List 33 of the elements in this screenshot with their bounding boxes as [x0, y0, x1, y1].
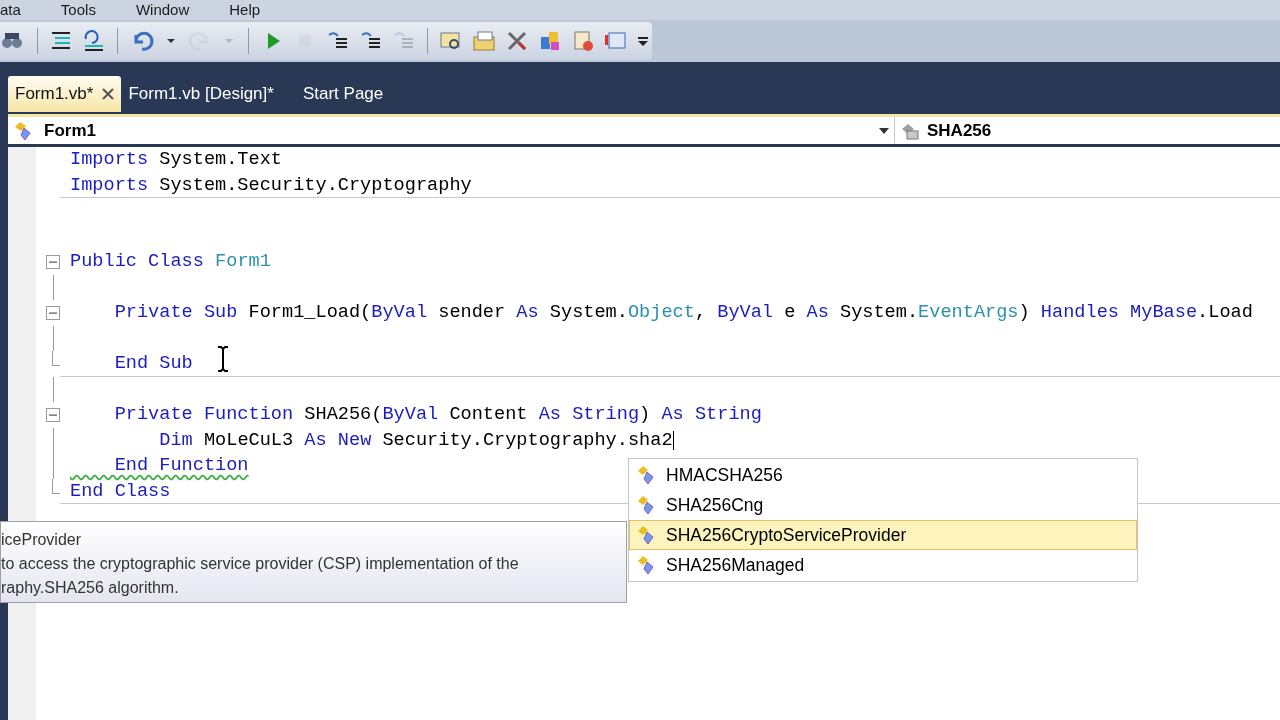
collapse-icon[interactable] [46, 407, 60, 422]
code-line: Dim MoLeCuL3 As New Security.Cryptography.sha2 [158, 428, 675, 453]
code-line: End Class [70, 479, 171, 504]
code-line: Public Class Form1 [70, 250, 271, 275]
completion-item[interactable]: SHA256Cng [629, 490, 1137, 520]
dropdown-arrow-icon [224, 39, 233, 43]
document-tab[interactable]: Form1.vb [Design]* [121, 76, 296, 112]
overflow-icon [638, 36, 649, 46]
close-icon[interactable] [101, 87, 116, 101]
completion-item[interactable]: SHA256CryptoServiceProvider [629, 520, 1137, 550]
folder-icon [472, 29, 497, 53]
collapse-icon[interactable] [46, 254, 60, 269]
dropdown-arrow-icon [166, 39, 175, 43]
tooltip-description: to access the cryptographic service provider (CSP) implementation of the raphy.SHA256 algorithm. [1, 554, 520, 598]
document-tab[interactable]: Form1.vb* [8, 76, 122, 112]
document-tab[interactable]: Start Page [295, 76, 406, 112]
member-dropdown[interactable]: SHA256 [895, 117, 1280, 144]
menu-item[interactable]: Window [135, 1, 190, 19]
code-line: Private Function SHA256(ByVal Content As String) As String [113, 403, 762, 428]
code-line: Private Sub Form1_Load(ByVal sender As System.Object, ByVal e As System.EventArgs) Handles MyBase.Load [113, 301, 1253, 326]
collapse-icon[interactable] [46, 305, 60, 320]
class-dropdown[interactable]: Form1 [8, 117, 895, 144]
completion-item[interactable]: SHA256Managed [629, 550, 1137, 580]
code-line: Imports System.Text [70, 148, 282, 173]
code-line: End Function [113, 454, 249, 479]
menu-item[interactable]: Help [229, 1, 261, 19]
completion-item[interactable]: HMACSHA256 [629, 460, 1137, 490]
code-line: End Sub [113, 352, 193, 377]
menu-item[interactable]: Tools [60, 1, 96, 19]
code-line: Imports System.Security.Cryptography [70, 173, 472, 198]
text-cursor-icon [217, 346, 229, 372]
tooltip-title: iceProvider [1, 530, 83, 550]
menu-item[interactable]: ata [0, 1, 21, 19]
